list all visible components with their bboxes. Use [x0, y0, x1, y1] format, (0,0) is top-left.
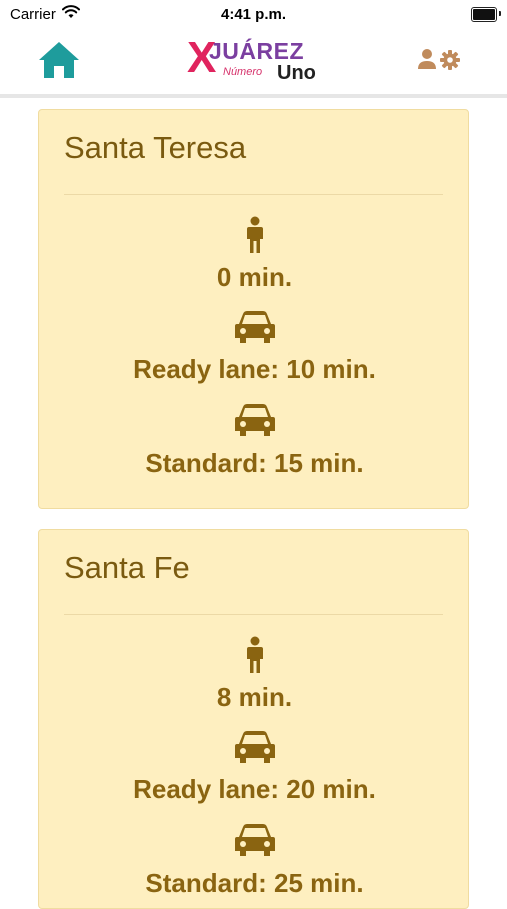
crossing-card[interactable]: Santa Teresa 0 min. Ready lane: 10 min. … — [38, 109, 469, 509]
user-settings-button[interactable] — [417, 48, 463, 72]
home-button[interactable] — [37, 40, 81, 80]
standard-lane-wait: Standard: 15 min. — [145, 448, 364, 478]
logo-juarez: JUÁREZ — [209, 38, 305, 64]
logo-numero: Número — [223, 66, 263, 78]
app-logo[interactable]: X JUÁREZ Número Uno — [185, 36, 325, 86]
ready-lane-wait: Ready lane: 20 min. — [133, 774, 376, 804]
crossing-name: Santa Fe — [64, 550, 190, 585]
status-bar: Carrier 4:41 p.m. — [0, 0, 507, 28]
user-settings-icon — [418, 49, 460, 70]
car-icon — [39, 730, 470, 769]
battery-icon — [471, 7, 501, 22]
crossing-name: Santa Teresa — [64, 130, 247, 165]
pedestrian-wait: 0 min. — [216, 262, 293, 292]
crossing-card[interactable]: Santa Fe 8 min. Ready lane: 20 min. Stan… — [38, 529, 469, 909]
card-divider — [64, 194, 443, 195]
standard-lane-wait: Standard: 25 min. — [145, 868, 364, 898]
card-divider — [64, 614, 443, 615]
status-time: 4:41 p.m. — [220, 6, 287, 23]
person-walking-icon — [39, 216, 470, 259]
car-icon — [39, 403, 470, 442]
person-walking-icon — [39, 636, 470, 679]
car-icon — [39, 310, 470, 349]
home-icon — [39, 42, 79, 78]
logo-uno: Uno — [277, 62, 316, 84]
nav-bar: X JUÁREZ Número Uno — [0, 28, 507, 98]
car-icon — [39, 823, 470, 862]
ready-lane-wait: Ready lane: 10 min. — [133, 354, 376, 384]
pedestrian-wait: 8 min. — [216, 682, 293, 712]
